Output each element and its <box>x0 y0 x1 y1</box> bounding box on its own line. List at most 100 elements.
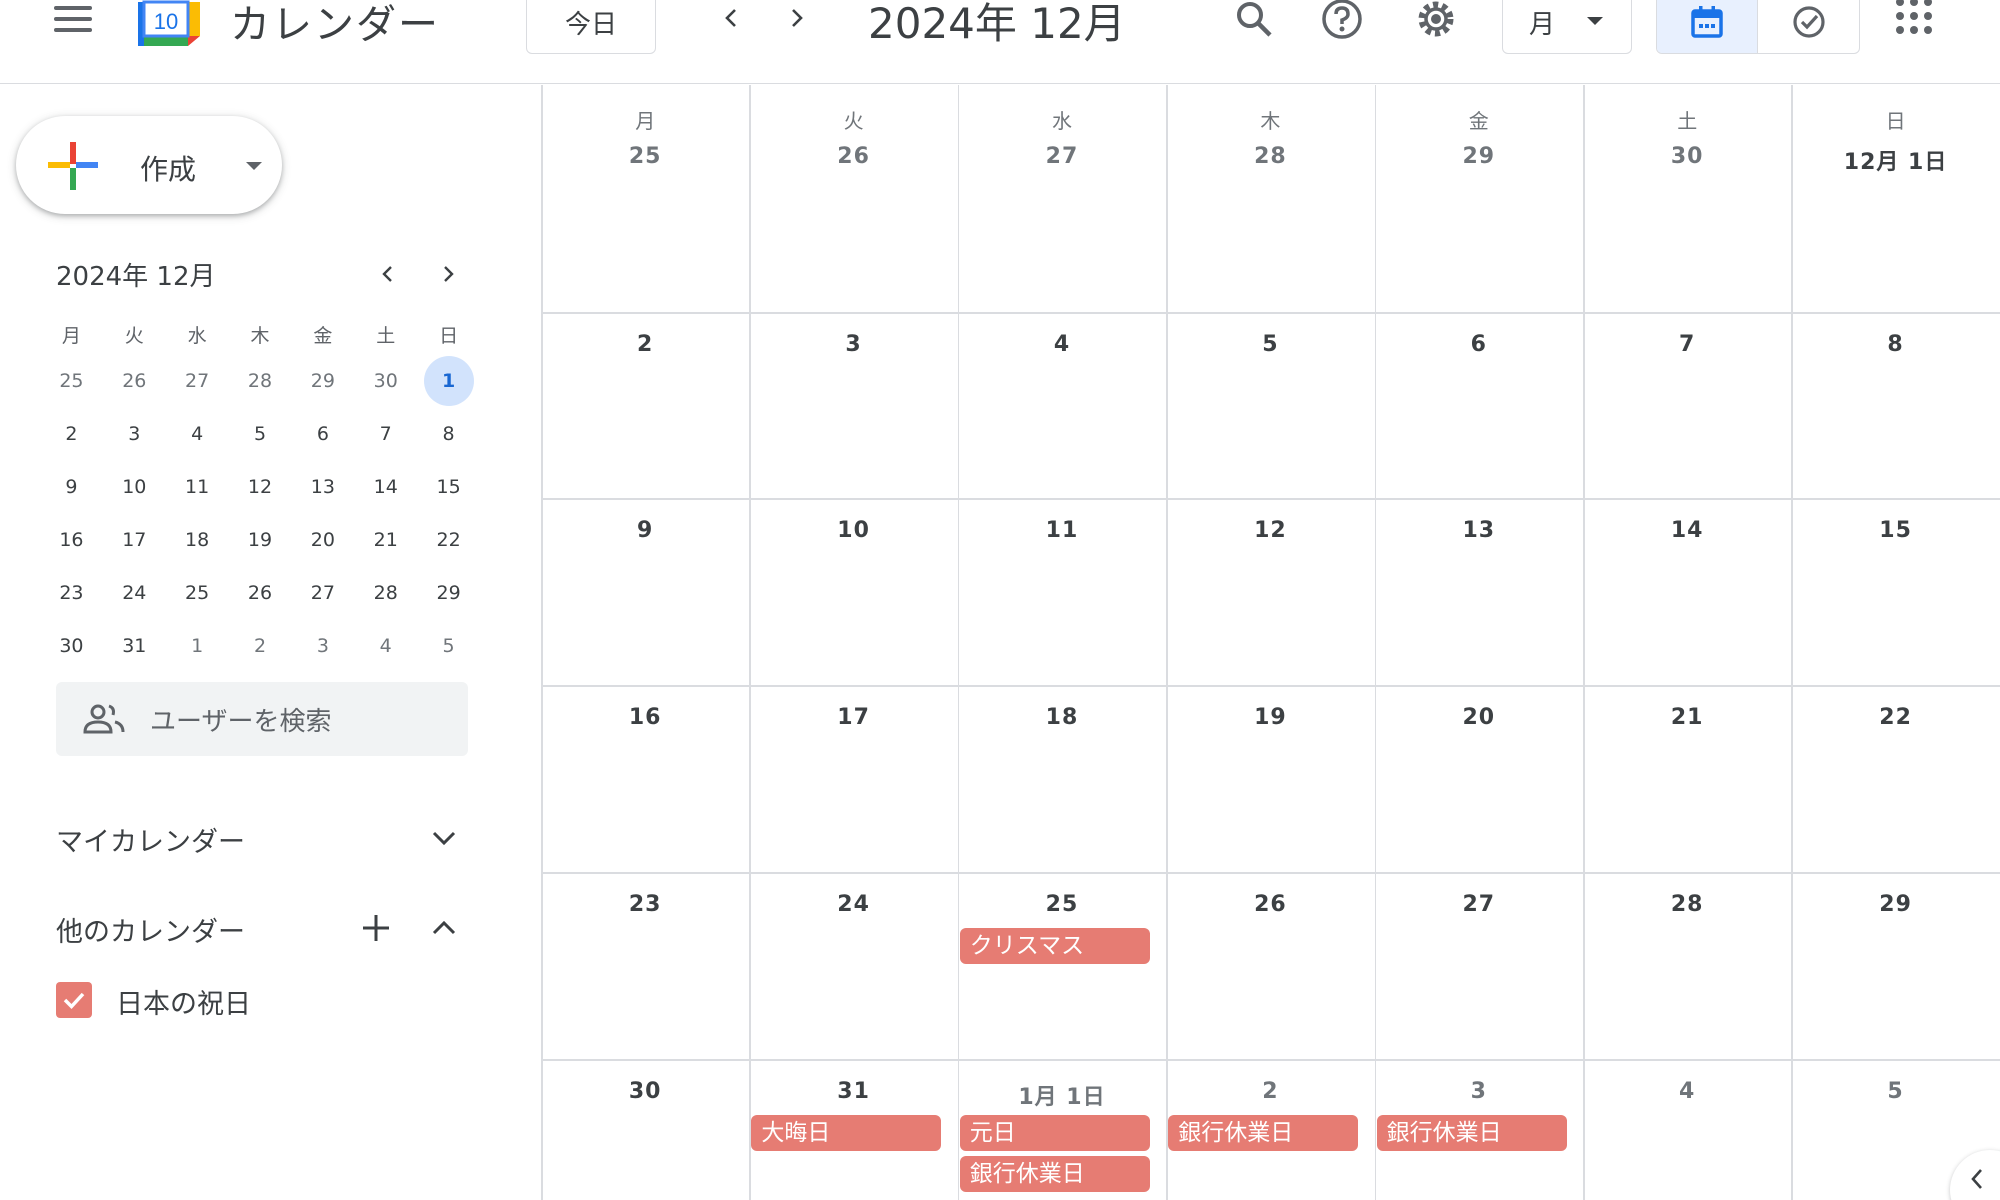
mini-day[interactable]: 30 <box>40 621 103 671</box>
day-number[interactable]: 10 <box>749 518 957 543</box>
day-number[interactable]: 4 <box>1583 1079 1791 1104</box>
day-number[interactable]: 19 <box>1166 705 1374 730</box>
mini-day[interactable]: 9 <box>40 462 103 512</box>
day-number[interactable]: 13 <box>1375 518 1583 543</box>
mini-day[interactable]: 28 <box>354 568 417 618</box>
event-chip[interactable]: クリスマス <box>959 928 1150 964</box>
view-selector[interactable]: 月 <box>1502 0 1632 54</box>
day-number[interactable]: 20 <box>1375 705 1583 730</box>
day-number[interactable]: 14 <box>1583 518 1791 543</box>
day-number[interactable]: 24 <box>749 892 957 917</box>
day-cell[interactable]: 15 <box>1791 498 1999 685</box>
mini-day[interactable]: 27 <box>166 356 229 406</box>
mini-day[interactable]: 26 <box>229 568 292 618</box>
day-cell[interactable]: 火 26 <box>749 85 957 312</box>
day-cell[interactable]: 8 <box>1791 312 1999 498</box>
apps-grid-icon[interactable] <box>1890 0 1940 44</box>
day-number[interactable]: 3 <box>749 332 957 357</box>
mini-day[interactable]: 25 <box>40 356 103 406</box>
next-period-button[interactable] <box>774 0 818 40</box>
mini-day[interactable]: 31 <box>103 621 166 671</box>
mini-day[interactable]: 23 <box>40 568 103 618</box>
expand-my-calendars-button[interactable] <box>424 818 464 858</box>
mini-day[interactable]: 14 <box>354 462 417 512</box>
day-number[interactable]: 2 <box>541 332 749 357</box>
calendar-view-toggle[interactable] <box>1657 0 1758 53</box>
day-number[interactable]: 12 <box>1166 518 1374 543</box>
mini-day[interactable]: 21 <box>354 515 417 565</box>
mini-day[interactable]: 5 <box>417 621 480 671</box>
mini-day[interactable]: 8 <box>417 409 480 459</box>
day-cell[interactable]: 3 <box>749 312 957 498</box>
mini-day[interactable]: 2 <box>40 409 103 459</box>
day-cell[interactable]: 17 <box>749 685 957 872</box>
mini-day[interactable]: 28 <box>229 356 292 406</box>
day-number[interactable]: 26 <box>1166 892 1374 917</box>
event-chip[interactable]: 大晦日 <box>751 1115 942 1151</box>
day-cell[interactable]: 18 <box>958 685 1166 872</box>
day-number[interactable]: 28 <box>1166 144 1374 169</box>
day-number[interactable]: 4 <box>958 332 1166 357</box>
add-other-calendar-button[interactable] <box>356 908 396 948</box>
day-number[interactable]: 30 <box>1583 144 1791 169</box>
mini-day[interactable]: 1 <box>166 621 229 671</box>
my-calendars-heading[interactable]: マイカレンダー <box>56 820 245 859</box>
day-number[interactable]: 26 <box>749 144 957 169</box>
mini-day[interactable]: 2 <box>229 621 292 671</box>
mini-day[interactable]: 6 <box>291 409 354 459</box>
calendar-logo-icon[interactable]: 10 <box>138 0 204 50</box>
previous-period-button[interactable] <box>710 0 754 40</box>
day-cell[interactable]: 2 <box>541 312 749 498</box>
main-menu-icon[interactable] <box>52 2 96 36</box>
day-cell[interactable]: 月 25 <box>541 85 749 312</box>
day-cell[interactable]: 24 <box>749 872 957 1059</box>
day-number[interactable]: 27 <box>1375 892 1583 917</box>
day-number[interactable]: 12月 1日 <box>1791 144 1999 176</box>
day-number[interactable]: 9 <box>541 518 749 543</box>
day-cell[interactable]: 水 27 <box>958 85 1166 312</box>
mini-day[interactable]: 26 <box>103 356 166 406</box>
day-number[interactable]: 28 <box>1583 892 1791 917</box>
day-number[interactable]: 6 <box>1375 332 1583 357</box>
day-cell[interactable]: 19 <box>1166 685 1374 872</box>
day-number[interactable]: 25 <box>958 892 1166 917</box>
mini-day[interactable]: 30 <box>354 356 417 406</box>
mini-next-month-button[interactable] <box>430 256 466 292</box>
day-number[interactable]: 29 <box>1375 144 1583 169</box>
day-number[interactable]: 27 <box>958 144 1166 169</box>
help-button[interactable] <box>1314 0 1370 44</box>
day-cell[interactable]: 30 <box>541 1059 749 1200</box>
day-number[interactable]: 31 <box>749 1079 957 1104</box>
mini-day[interactable]: 29 <box>417 568 480 618</box>
day-number[interactable]: 1月 1日 <box>958 1079 1166 1111</box>
mini-day[interactable]: 3 <box>103 409 166 459</box>
day-cell[interactable]: 12 <box>1166 498 1374 685</box>
day-cell[interactable]: 16 <box>541 685 749 872</box>
day-number[interactable]: 18 <box>958 705 1166 730</box>
mini-day[interactable]: 20 <box>291 515 354 565</box>
mini-day[interactable]: 17 <box>103 515 166 565</box>
mini-day[interactable]: 16 <box>40 515 103 565</box>
mini-day[interactable]: 29 <box>291 356 354 406</box>
day-number[interactable]: 23 <box>541 892 749 917</box>
day-cell[interactable]: 14 <box>1583 498 1791 685</box>
mini-day[interactable]: 11 <box>166 462 229 512</box>
day-cell[interactable]: 4 <box>1583 1059 1791 1200</box>
day-cell[interactable]: 木 28 <box>1166 85 1374 312</box>
day-cell[interactable]: 26 <box>1166 872 1374 1059</box>
mini-day[interactable]: 3 <box>291 621 354 671</box>
day-number[interactable]: 2 <box>1166 1079 1374 1104</box>
tasks-view-toggle[interactable] <box>1758 0 1859 53</box>
day-cell[interactable]: 4 <box>958 312 1166 498</box>
mini-day[interactable]: 15 <box>417 462 480 512</box>
mini-day[interactable]: 19 <box>229 515 292 565</box>
day-number[interactable]: 11 <box>958 518 1166 543</box>
mini-prev-month-button[interactable] <box>370 256 406 292</box>
day-number[interactable]: 22 <box>1791 705 1999 730</box>
day-number[interactable]: 3 <box>1375 1079 1583 1104</box>
mini-day[interactable]: 5 <box>229 409 292 459</box>
mini-day[interactable]: 25 <box>166 568 229 618</box>
day-number[interactable]: 7 <box>1583 332 1791 357</box>
mini-day[interactable]: 10 <box>103 462 166 512</box>
mini-day[interactable]: 4 <box>354 621 417 671</box>
